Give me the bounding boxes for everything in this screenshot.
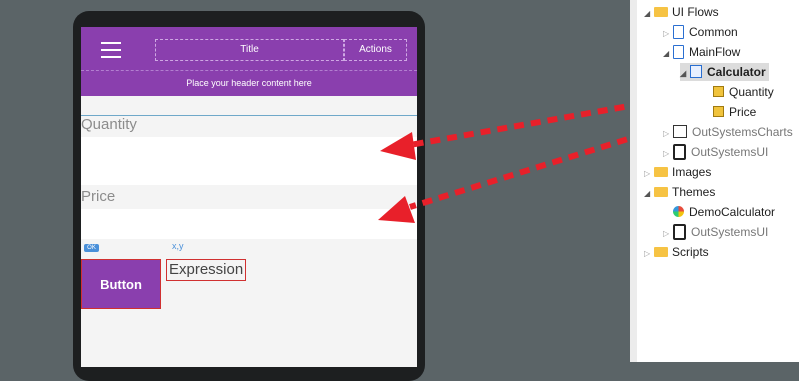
tree-item-outsystemsui-theme[interactable]: ▷ OutSystemsUI bbox=[663, 223, 768, 241]
module-tree-panel: ◢ UI Flows ▷ Common ◢ MainFlow ◢ Calculator … bbox=[630, 0, 799, 362]
flow-icon bbox=[673, 44, 684, 59]
folder-icon bbox=[654, 6, 668, 17]
tree-item-calculator[interactable]: ◢ Calculator bbox=[680, 63, 769, 81]
folder-icon bbox=[654, 186, 668, 197]
tree-item-outsystemsui[interactable]: ▷ OutSystemsUI bbox=[663, 143, 768, 161]
chevron-right-icon[interactable]: ▷ bbox=[663, 225, 673, 243]
tree-scrollbar[interactable] bbox=[630, 0, 637, 362]
chevron-right-icon[interactable]: ▷ bbox=[644, 245, 654, 263]
folder-icon bbox=[654, 166, 668, 177]
tree-item-democalculator[interactable]: DemoCalculator bbox=[673, 203, 775, 221]
chevron-right-icon[interactable]: ▷ bbox=[663, 25, 673, 43]
chevron-right-icon[interactable]: ▷ bbox=[663, 125, 673, 143]
local-variable-icon bbox=[713, 86, 724, 98]
screen-icon bbox=[690, 65, 702, 79]
tree-item-price[interactable]: Price bbox=[713, 103, 756, 121]
chevron-down-icon[interactable]: ◢ bbox=[644, 5, 654, 23]
module-icon bbox=[673, 223, 686, 240]
local-variable-icon bbox=[713, 106, 724, 118]
folder-icon bbox=[654, 246, 668, 257]
tree-item-themes[interactable]: ◢ Themes bbox=[644, 183, 715, 201]
chevron-right-icon[interactable]: ▷ bbox=[644, 165, 654, 183]
chevron-down-icon[interactable]: ◢ bbox=[680, 65, 690, 83]
charts-icon bbox=[673, 125, 687, 139]
tree-item-scripts[interactable]: ▷ Scripts bbox=[644, 243, 709, 261]
chevron-right-icon[interactable]: ▷ bbox=[663, 145, 673, 163]
tree-item-mainflow[interactable]: ◢ MainFlow bbox=[663, 43, 740, 61]
tree-item-outsystemscharts[interactable]: ▷ OutSystemsCharts bbox=[663, 123, 793, 141]
chevron-down-icon[interactable]: ◢ bbox=[663, 45, 673, 63]
tree-item-ui-flows[interactable]: ◢ UI Flows bbox=[644, 3, 719, 21]
tree-item-images[interactable]: ▷ Images bbox=[644, 163, 711, 181]
tree-item-quantity[interactable]: Quantity bbox=[713, 83, 774, 101]
theme-icon bbox=[673, 206, 684, 218]
flow-icon bbox=[673, 24, 684, 39]
tree-item-common[interactable]: ▷ Common bbox=[663, 23, 738, 41]
module-icon bbox=[673, 143, 686, 160]
chevron-down-icon[interactable]: ◢ bbox=[644, 185, 654, 203]
